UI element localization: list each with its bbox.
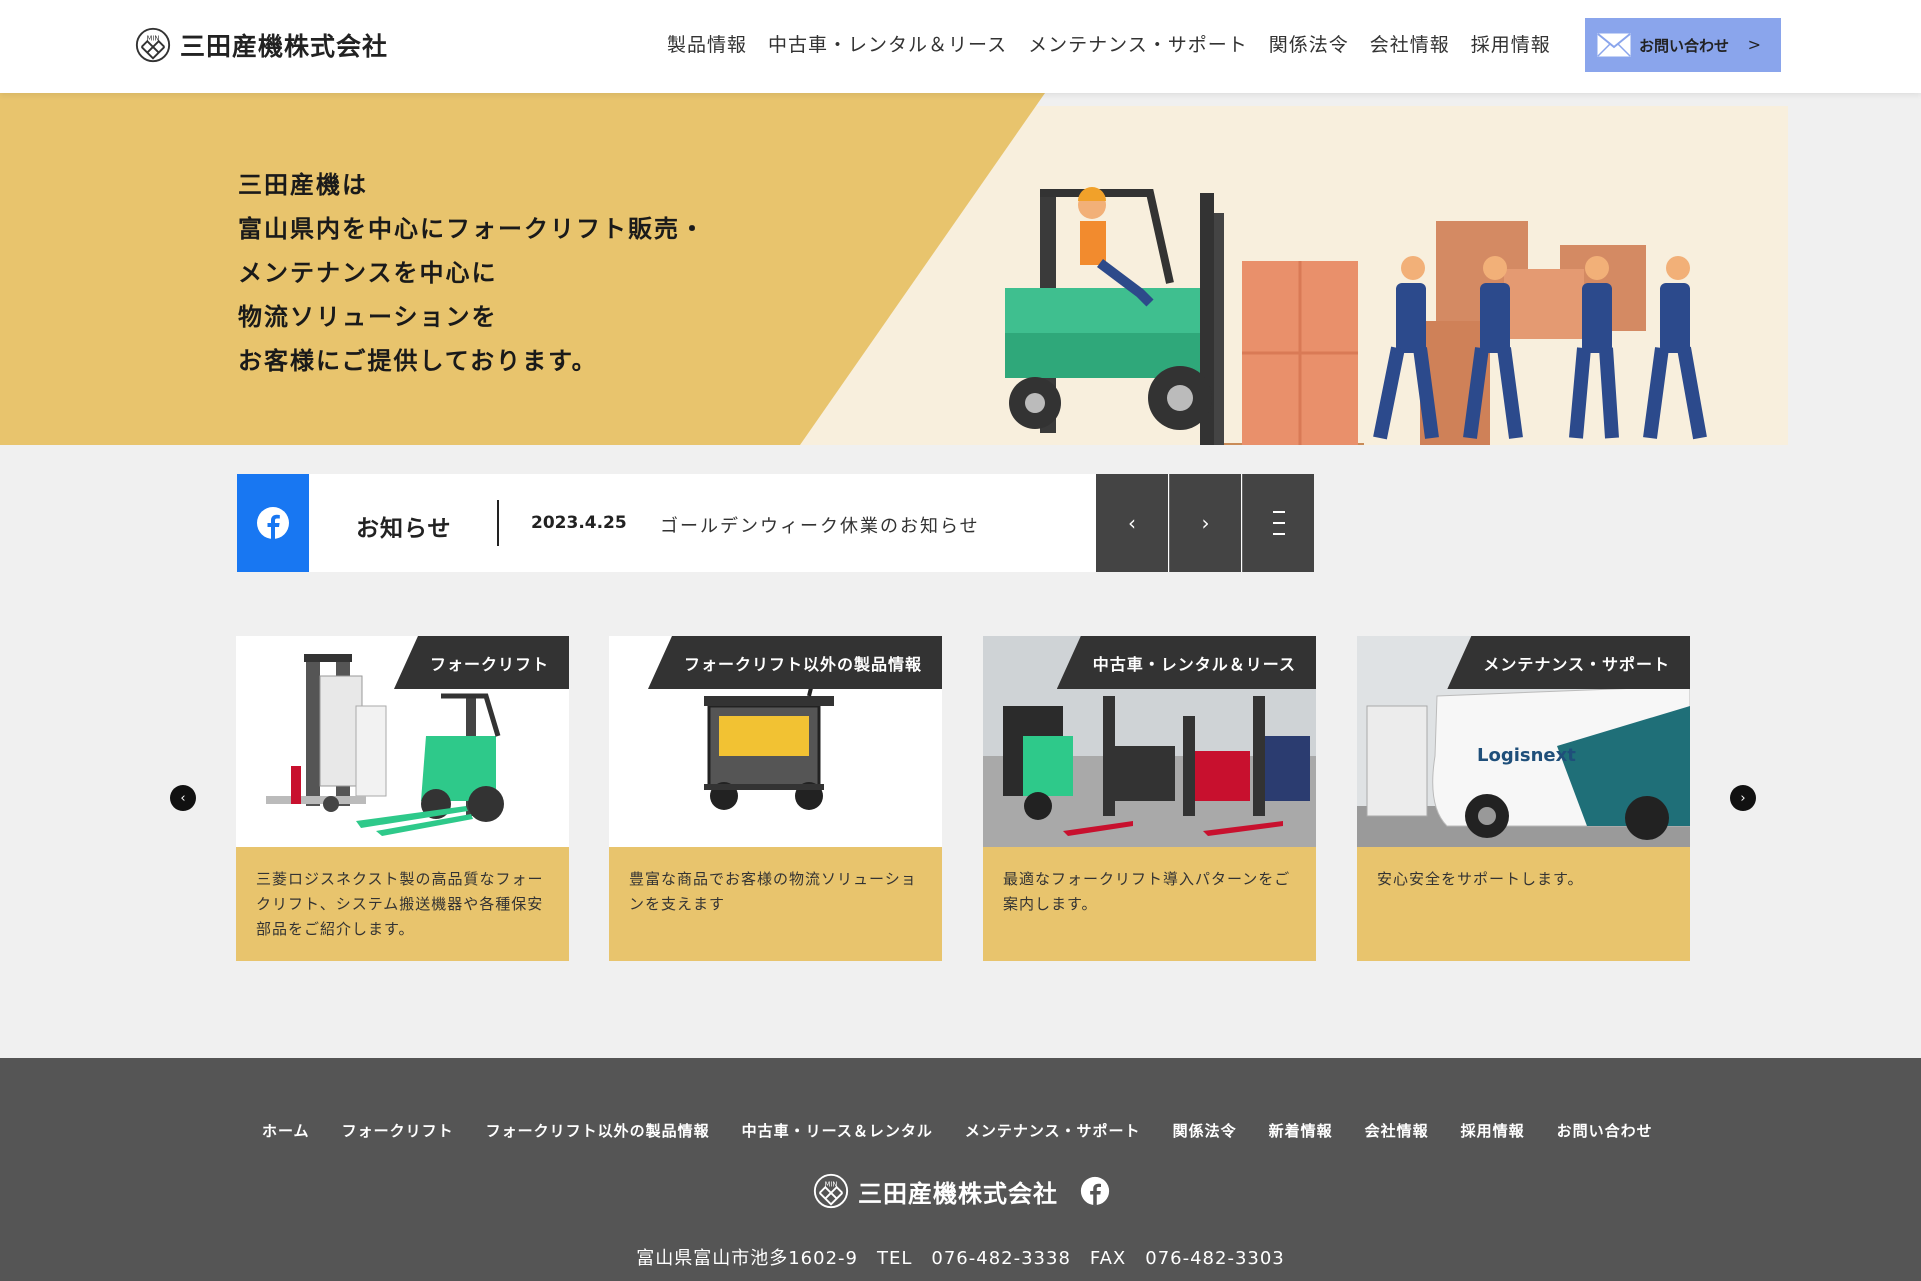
logo-mark-icon: MIN [813,1173,849,1209]
nav-item-company[interactable]: 会社情報 [1370,30,1450,57]
facebook-icon [257,507,289,539]
card-tag: フォークリフト以外の製品情報 [647,636,942,689]
news-list-button[interactable] [1242,474,1314,572]
hero-line-3: メンテナンスを中心に [238,259,498,287]
svg-text:MIN: MIN [147,34,160,42]
card-description: 安心安全をサポートします。 [1357,847,1690,961]
nav-item-used-rental[interactable]: 中古車・レンタル＆リース [768,30,1007,57]
nav-item-laws[interactable]: 関係法令 [1269,30,1349,57]
card-other-products[interactable]: フォークリフト以外の製品情報 豊富な商品でお客様の物流ソリューションを支えます [609,636,942,961]
footer-nav-home[interactable]: ホーム [262,1120,310,1141]
nav-item-recruit[interactable]: 採用情報 [1471,30,1551,57]
svg-text:MIN: MIN [825,1180,838,1188]
card-image: Logisnext メンテナンス・サポート [1357,636,1690,847]
contact-button-label: お問い合わせ [1639,36,1730,55]
footer-logo[interactable]: MIN 三田産機株式会社 [812,1172,1110,1210]
card-image: フォークリフト [236,636,569,847]
footer-nav-other-products[interactable]: フォークリフト以外の製品情報 [486,1120,710,1141]
nav-item-products[interactable]: 製品情報 [667,30,747,57]
chevron-right-icon: › [1201,511,1210,535]
list-menu-icon [1272,511,1285,535]
nav-item-maintenance[interactable]: メンテナンス・サポート [1028,30,1248,57]
footer-nav-company[interactable]: 会社情報 [1365,1120,1429,1141]
card-description: 三菱ロジスネクスト製の高品質なフォークリフト、システム搬送機器や各種保安部品をご… [236,847,569,961]
news-divider [497,500,499,546]
footer-company-name: 三田産機株式会社 [858,1179,1058,1208]
hero-tagline: 三田産機は 富山県内を中心にフォークリフト販売・ メンテナンスを中心に 物流ソリ… [238,163,706,383]
chevron-left-icon: ‹ [180,790,186,806]
hero-line-5: お客様にご提供しております。 [238,347,598,375]
footer-nav-forklift[interactable]: フォークリフト [342,1120,454,1141]
hero-line-1: 三田産機は [238,171,368,199]
svg-text:Logisnext: Logisnext [1477,745,1576,766]
card-description: 豊富な商品でお客様の物流ソリューションを支えます [609,847,942,961]
news-bar: お知らせ 2023.4.25 ゴールデンウィーク休業のお知らせ ‹ › [237,474,1314,572]
footer-address: 富山県富山市池多1602-9 TEL 076-482-3338 FAX 076-… [636,1248,1285,1269]
card-description: 最適なフォークリフト導入パターンをご案内します。 [983,847,1316,961]
footer-nav-laws[interactable]: 関係法令 [1173,1120,1237,1141]
card-forklift[interactable]: フォークリフト 三菱ロジスネクスト製の高品質なフォークリフト、システム搬送機器や… [236,636,569,961]
news-title: お知らせ [356,516,452,542]
footer-nav: ホーム フォークリフト フォークリフト以外の製品情報 中古車・リース＆レンタル … [262,1120,1653,1141]
contact-button[interactable]: お問い合わせ > [1585,18,1781,72]
mail-icon [1597,33,1631,57]
card-maintenance[interactable]: Logisnext メンテナンス・サポート 安心安全をサポートします。 [1357,636,1690,961]
carousel-next-button[interactable]: › [1730,785,1756,811]
news-headline-link[interactable]: ゴールデンウィーク休業のお知らせ [660,512,980,538]
news-next-button[interactable]: › [1169,474,1241,572]
news-date: 2023.4.25 [531,513,627,533]
hero-banner: 三田産機は 富山県内を中心にフォークリフト販売・ メンテナンスを中心に 物流ソリ… [0,93,1921,445]
chevron-right-icon: › [1740,790,1746,806]
card-used-rental[interactable]: 中古車・レンタル＆リース 最適なフォークリフト導入パターンをご案内します。 [983,636,1316,961]
site-header: MIN 三田産機株式会社 製品情報 中古車・レンタル＆リース メンテナンス・サポ… [0,0,1921,93]
chevron-left-icon: ‹ [1128,511,1136,535]
card-tag: メンテナンス・サポート [1447,636,1690,689]
carousel-prev-button[interactable]: ‹ [170,785,196,811]
card-tag: フォークリフト [393,636,569,689]
footer-nav-news[interactable]: 新着情報 [1269,1120,1333,1141]
facebook-icon[interactable] [1080,1176,1110,1206]
hero-line-4: 物流ソリューションを [238,303,498,331]
footer-nav-recruit[interactable]: 採用情報 [1461,1120,1525,1141]
card-image: フォークリフト以外の製品情報 [609,636,942,847]
company-logo[interactable]: MIN 三田産機株式会社 [134,26,388,64]
footer-nav-contact[interactable]: お問い合わせ [1557,1120,1653,1141]
facebook-button[interactable] [237,474,309,572]
main-nav: 製品情報 中古車・レンタル＆リース メンテナンス・サポート 関係法令 会社情報 … [667,30,1551,57]
chevron-right-icon: > [1747,35,1761,54]
logo-mark-icon: MIN [135,27,171,63]
card-tag: 中古車・レンタル＆リース [1056,636,1316,689]
company-name: 三田産機株式会社 [180,32,389,61]
hero-line-2: 富山県内を中心にフォークリフト販売・ [238,215,706,243]
footer-nav-used-lease-rental[interactable]: 中古車・リース＆レンタル [742,1120,933,1141]
card-image: 中古車・レンタル＆リース [983,636,1316,847]
site-footer: ホーム フォークリフト フォークリフト以外の製品情報 中古車・リース＆レンタル … [0,1058,1921,1281]
news-prev-button[interactable]: ‹ [1096,474,1168,572]
footer-nav-maintenance[interactable]: メンテナンス・サポート [965,1120,1141,1141]
